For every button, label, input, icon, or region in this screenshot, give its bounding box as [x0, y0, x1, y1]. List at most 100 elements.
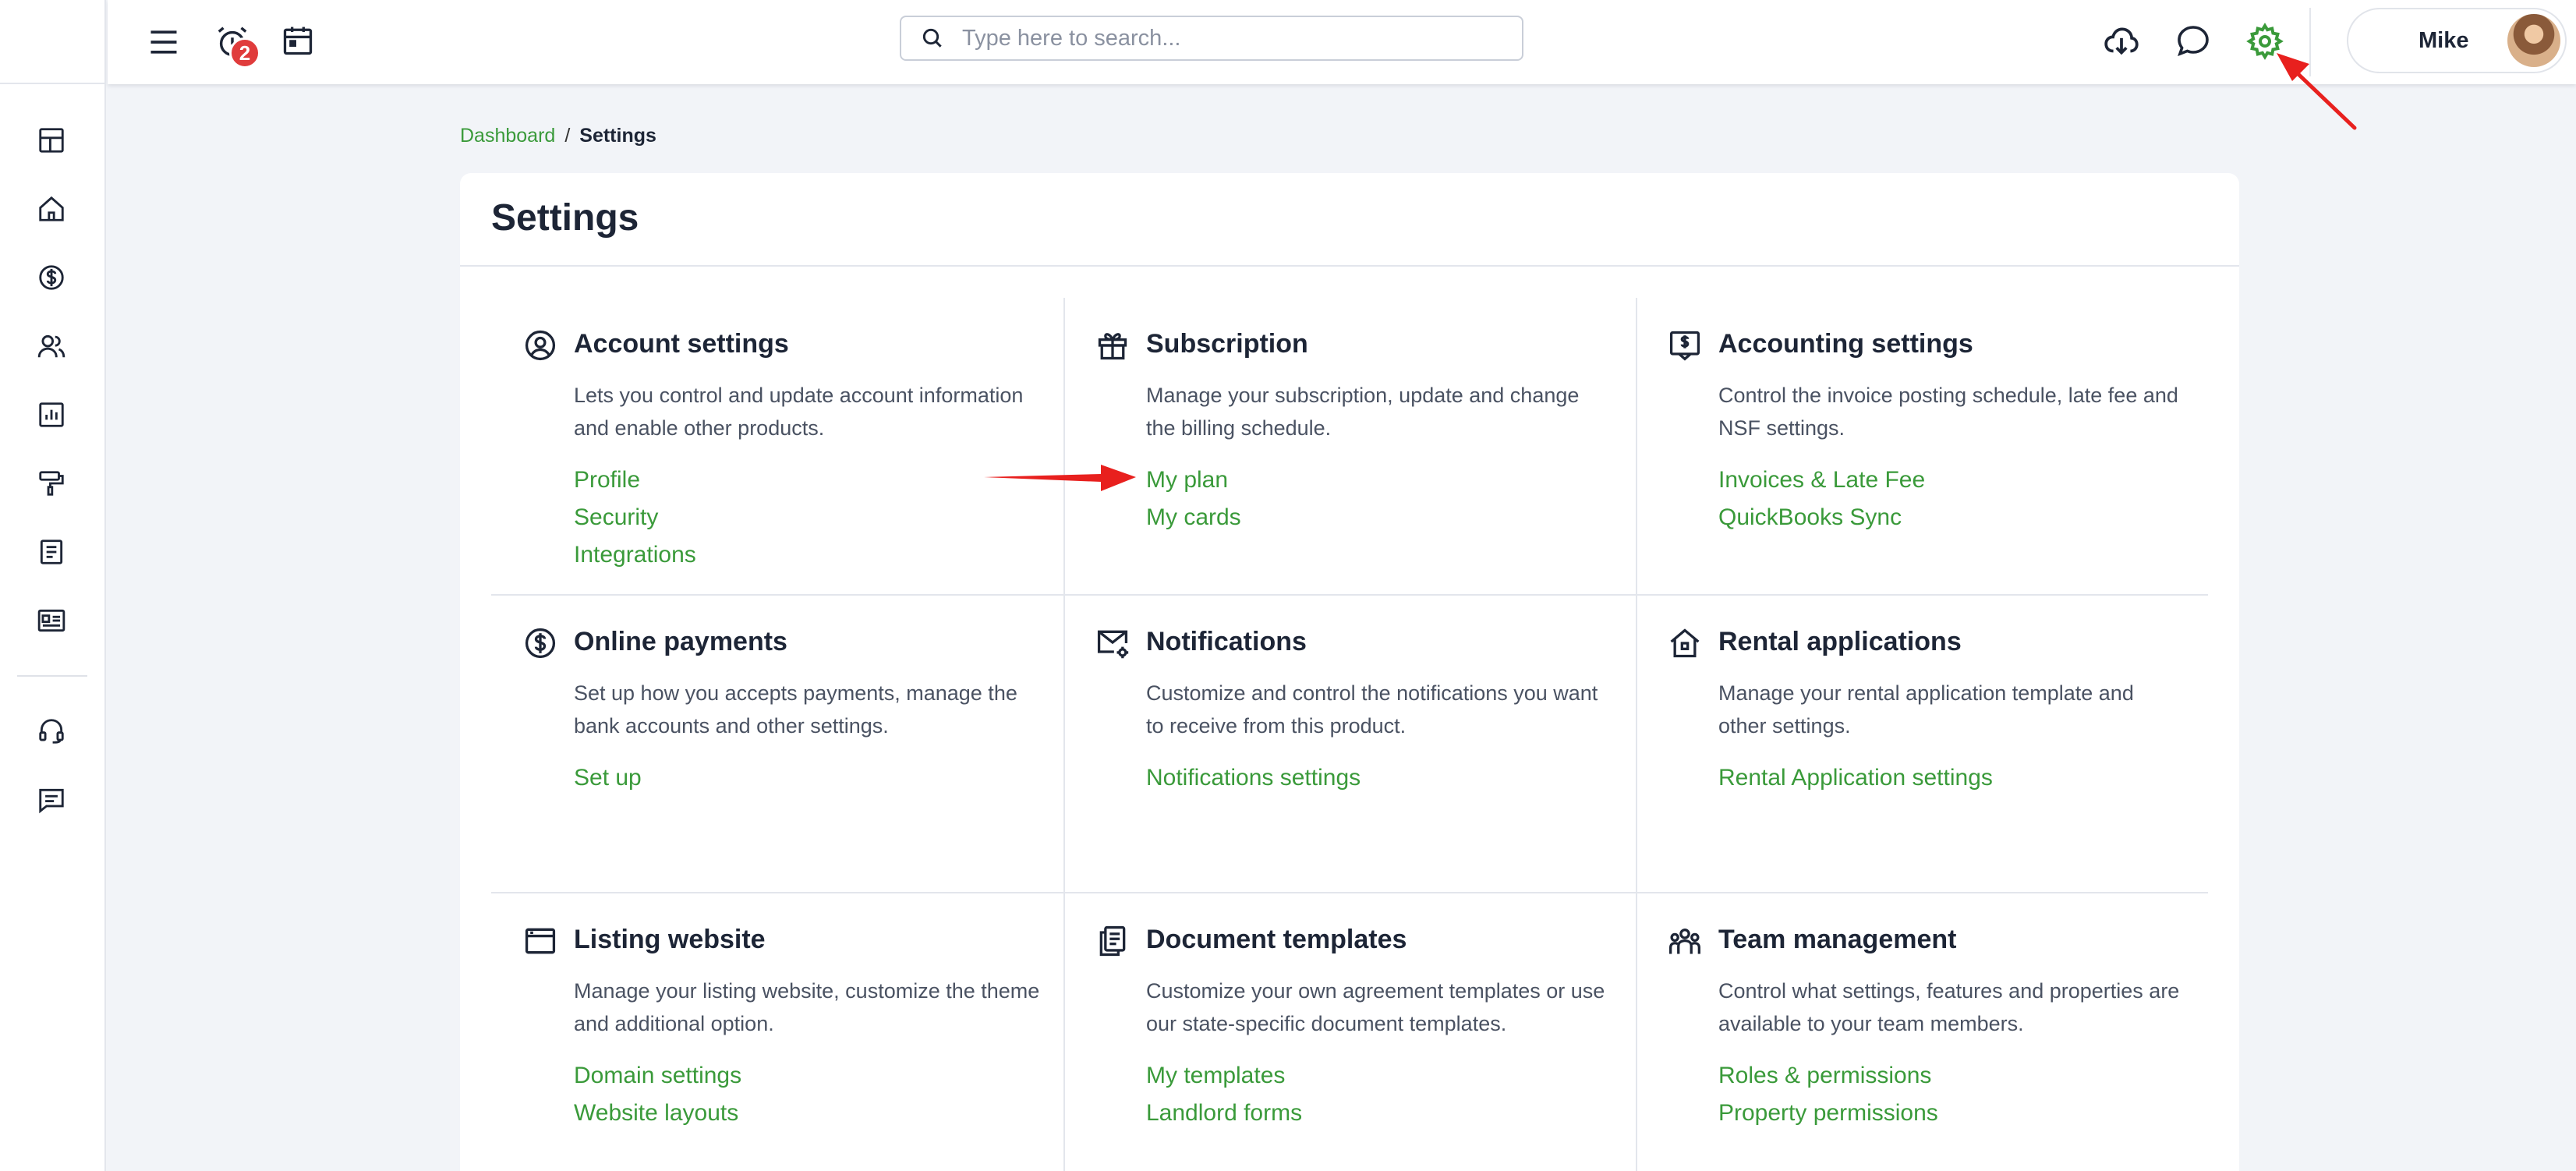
section-title: Team management [1718, 925, 1957, 954]
section-notifications: Notifications Customize and control the … [1063, 596, 1636, 893]
menu-button[interactable] [139, 17, 189, 67]
section-document-templates: Document templates Customize your own ag… [1063, 893, 1636, 1171]
search-icon [917, 23, 948, 54]
section-description: Lets you control and update account info… [574, 384, 1024, 440]
link-landlord-forms[interactable]: Landlord forms [1146, 1095, 1302, 1132]
id-card-icon [37, 609, 65, 632]
section-listing-website: Listing website Manage your listing webs… [491, 893, 1063, 1171]
section-rental-applications: Rental applications Manage your rental a… [1636, 596, 2208, 893]
dollar-circle-icon [522, 625, 558, 661]
sidebar-item-feedback[interactable] [30, 778, 73, 822]
breadcrumb-dashboard-link[interactable]: Dashboard [460, 125, 555, 147]
section-links: Domain settings Website layouts [574, 1057, 741, 1132]
house-icon [1667, 625, 1703, 661]
link-roles-permissions[interactable]: Roles & permissions [1718, 1057, 1938, 1095]
ledger-icon [1667, 327, 1703, 363]
settings-button[interactable] [2238, 14, 2292, 69]
users-icon [37, 334, 65, 358]
document-icon [40, 540, 63, 564]
section-description: Customize and control the notifications … [1146, 681, 1598, 738]
sidebar-item-reports[interactable] [30, 393, 73, 437]
calendar-icon [283, 27, 313, 55]
section-online-payments: Online payments Set up how you accepts p… [491, 596, 1063, 893]
section-title: Rental applications [1718, 627, 1962, 656]
download-button[interactable] [2094, 14, 2149, 69]
section-links: Roles & permissions Property permissions [1718, 1057, 1938, 1132]
page-title: Settings [491, 197, 639, 239]
section-description: Customize your own agreement templates o… [1146, 979, 1605, 1035]
paint-roller-icon [39, 471, 64, 496]
sidebar-item-payments[interactable] [30, 256, 73, 299]
title-divider [460, 265, 2239, 267]
section-subscription: Subscription Manage your subscription, u… [1063, 298, 1636, 596]
link-my-templates[interactable]: My templates [1146, 1057, 1302, 1095]
link-website-layouts[interactable]: Website layouts [574, 1095, 741, 1132]
link-property-permissions[interactable]: Property permissions [1718, 1095, 1938, 1132]
dollar-circle-icon [39, 265, 64, 290]
browser-window-icon [522, 923, 558, 959]
topbar-divider [2309, 8, 2311, 76]
documents-icon [1095, 923, 1131, 959]
section-team-management: Team management Control what settings, f… [1636, 893, 2208, 1171]
breadcrumb: Dashboard / Settings [460, 125, 656, 147]
sidebar-divider [17, 675, 87, 677]
user-name: Mike [2419, 28, 2469, 53]
calendar-button[interactable] [273, 16, 323, 65]
link-integrations[interactable]: Integrations [574, 536, 696, 574]
section-account-settings: Account settings Lets you control and up… [491, 298, 1063, 596]
breadcrumb-current: Settings [579, 125, 656, 147]
section-links: Rental Application settings [1718, 759, 1993, 797]
gift-icon [1095, 327, 1131, 363]
section-title: Subscription [1146, 329, 1308, 359]
link-quickbooks-sync[interactable]: QuickBooks Sync [1718, 499, 1925, 536]
link-my-cards[interactable]: My cards [1146, 499, 1241, 536]
bar-chart-icon [39, 402, 64, 427]
sidebar-logo-area [0, 0, 104, 84]
sidebar [0, 0, 106, 1171]
gear-icon [2246, 23, 2284, 60]
settings-grid: Account settings Lets you control and up… [491, 298, 2208, 1171]
section-title: Listing website [574, 925, 766, 954]
sidebar-item-leases[interactable] [30, 530, 73, 574]
headset-icon [39, 719, 64, 744]
mail-gear-icon [1095, 625, 1131, 661]
section-description: Manage your listing website, customize t… [574, 979, 1040, 1035]
section-accounting-settings: Accounting settings Control the invoice … [1636, 298, 2208, 596]
link-security[interactable]: Security [574, 499, 696, 536]
section-links: Invoices & Late Fee QuickBooks Sync [1718, 462, 1925, 536]
sidebar-item-dashboard[interactable] [30, 119, 73, 162]
avatar [2507, 14, 2560, 67]
sidebar-item-listings[interactable] [30, 599, 73, 642]
sidebar-item-support[interactable] [30, 709, 73, 753]
link-rental-application-settings[interactable]: Rental Application settings [1718, 759, 1993, 797]
user-menu[interactable]: Mike [2347, 8, 2567, 73]
user-circle-icon [522, 327, 558, 363]
link-my-plan[interactable]: My plan [1146, 462, 1241, 499]
section-links: Set up [574, 759, 642, 797]
settings-card: Settings Account settings Lets you contr… [460, 173, 2239, 1171]
link-domain-settings[interactable]: Domain settings [574, 1057, 741, 1095]
section-description: Set up how you accepts payments, manage … [574, 681, 1017, 738]
link-set-up[interactable]: Set up [574, 759, 642, 797]
section-title: Document templates [1146, 925, 1407, 954]
section-title: Accounting settings [1718, 329, 1973, 359]
section-title: Notifications [1146, 627, 1307, 656]
search-input[interactable] [962, 25, 1492, 51]
section-links: My plan My cards [1146, 462, 1241, 536]
notification-count-badge: 2 [229, 37, 260, 69]
breadcrumb-separator: / [564, 125, 571, 147]
sidebar-item-maintenance[interactable] [30, 462, 73, 505]
top-bar: 2 Mike [108, 0, 2576, 84]
messages-button[interactable] [2166, 14, 2220, 69]
message-square-icon [39, 788, 64, 814]
search-box[interactable] [900, 16, 1523, 61]
sidebar-item-properties[interactable] [30, 187, 73, 231]
home-icon [39, 196, 64, 221]
link-profile[interactable]: Profile [574, 462, 696, 499]
link-invoices-late-fee[interactable]: Invoices & Late Fee [1718, 462, 1925, 499]
link-notifications-settings[interactable]: Notifications settings [1146, 759, 1361, 797]
chat-bubble-icon [2178, 26, 2209, 57]
sidebar-item-people[interactable] [30, 324, 73, 368]
section-description: Manage your rental application template … [1718, 681, 2134, 738]
section-links: Notifications settings [1146, 759, 1361, 797]
